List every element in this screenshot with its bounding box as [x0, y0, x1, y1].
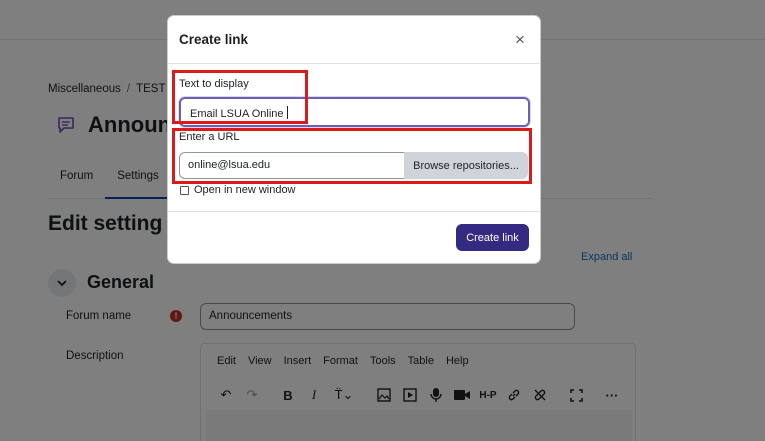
dialog-title: Create link: [179, 32, 249, 47]
close-icon[interactable]: ×: [511, 30, 529, 49]
open-new-window-checkbox[interactable]: [180, 186, 189, 195]
dialog-header: Create link ×: [168, 16, 540, 64]
highlight-box-url-field: [172, 128, 532, 184]
open-new-window-label[interactable]: Open in new window: [194, 184, 296, 196]
create-link-button[interactable]: Create link: [456, 224, 529, 251]
dialog-footer-divider: [168, 211, 540, 212]
highlight-box-text-field: [172, 70, 308, 124]
